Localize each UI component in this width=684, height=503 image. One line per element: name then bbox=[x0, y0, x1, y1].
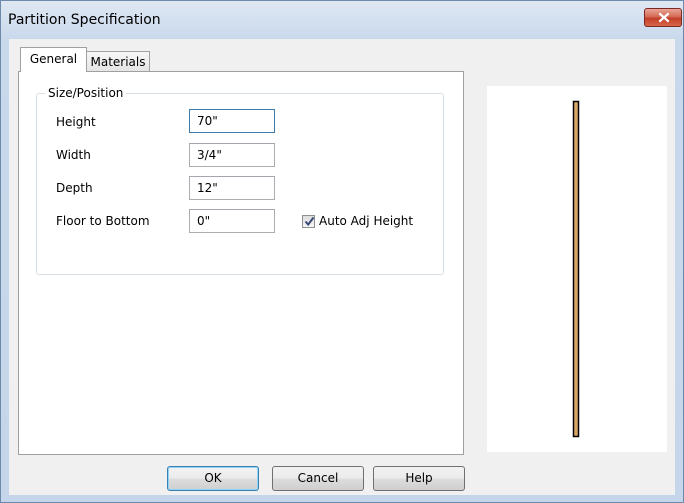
general-tab-panel: Size/Position Height Width Depth Floor t… bbox=[18, 71, 464, 455]
width-label: Width bbox=[56, 148, 91, 162]
size-position-group-label: Size/Position bbox=[45, 86, 127, 100]
floor-to-bottom-label: Floor to Bottom bbox=[56, 214, 150, 228]
tab-materials[interactable]: Materials bbox=[86, 51, 150, 72]
ok-button[interactable]: OK bbox=[167, 466, 259, 491]
auto-adj-height-label: Auto Adj Height bbox=[319, 214, 414, 228]
tab-general[interactable]: General bbox=[20, 47, 87, 72]
auto-adj-height-checkbox-box[interactable] bbox=[302, 215, 315, 228]
dialog-client-area: Materials General Size/Position Height W… bbox=[9, 39, 675, 495]
depth-label: Depth bbox=[56, 181, 93, 195]
cancel-button[interactable]: Cancel bbox=[272, 466, 364, 491]
dialog-window: Partition Specification Materials Genera… bbox=[0, 0, 684, 503]
height-label: Height bbox=[56, 115, 96, 129]
height-input[interactable] bbox=[189, 109, 275, 133]
floor-to-bottom-input[interactable] bbox=[189, 209, 275, 233]
tab-general-label: General bbox=[29, 52, 78, 66]
help-button[interactable]: Help bbox=[373, 466, 465, 491]
partition-shape bbox=[572, 100, 580, 438]
depth-input[interactable] bbox=[189, 176, 275, 200]
close-icon bbox=[658, 12, 670, 23]
partition-preview bbox=[487, 86, 667, 452]
window-title: Partition Specification bbox=[8, 12, 161, 28]
close-button[interactable] bbox=[644, 8, 682, 27]
title-bar[interactable]: Partition Specification bbox=[1, 1, 683, 39]
partition-preview-drawing bbox=[572, 100, 580, 438]
width-input[interactable] bbox=[189, 143, 275, 167]
checkmark-icon bbox=[304, 216, 315, 227]
tab-materials-label: Materials bbox=[90, 55, 146, 69]
